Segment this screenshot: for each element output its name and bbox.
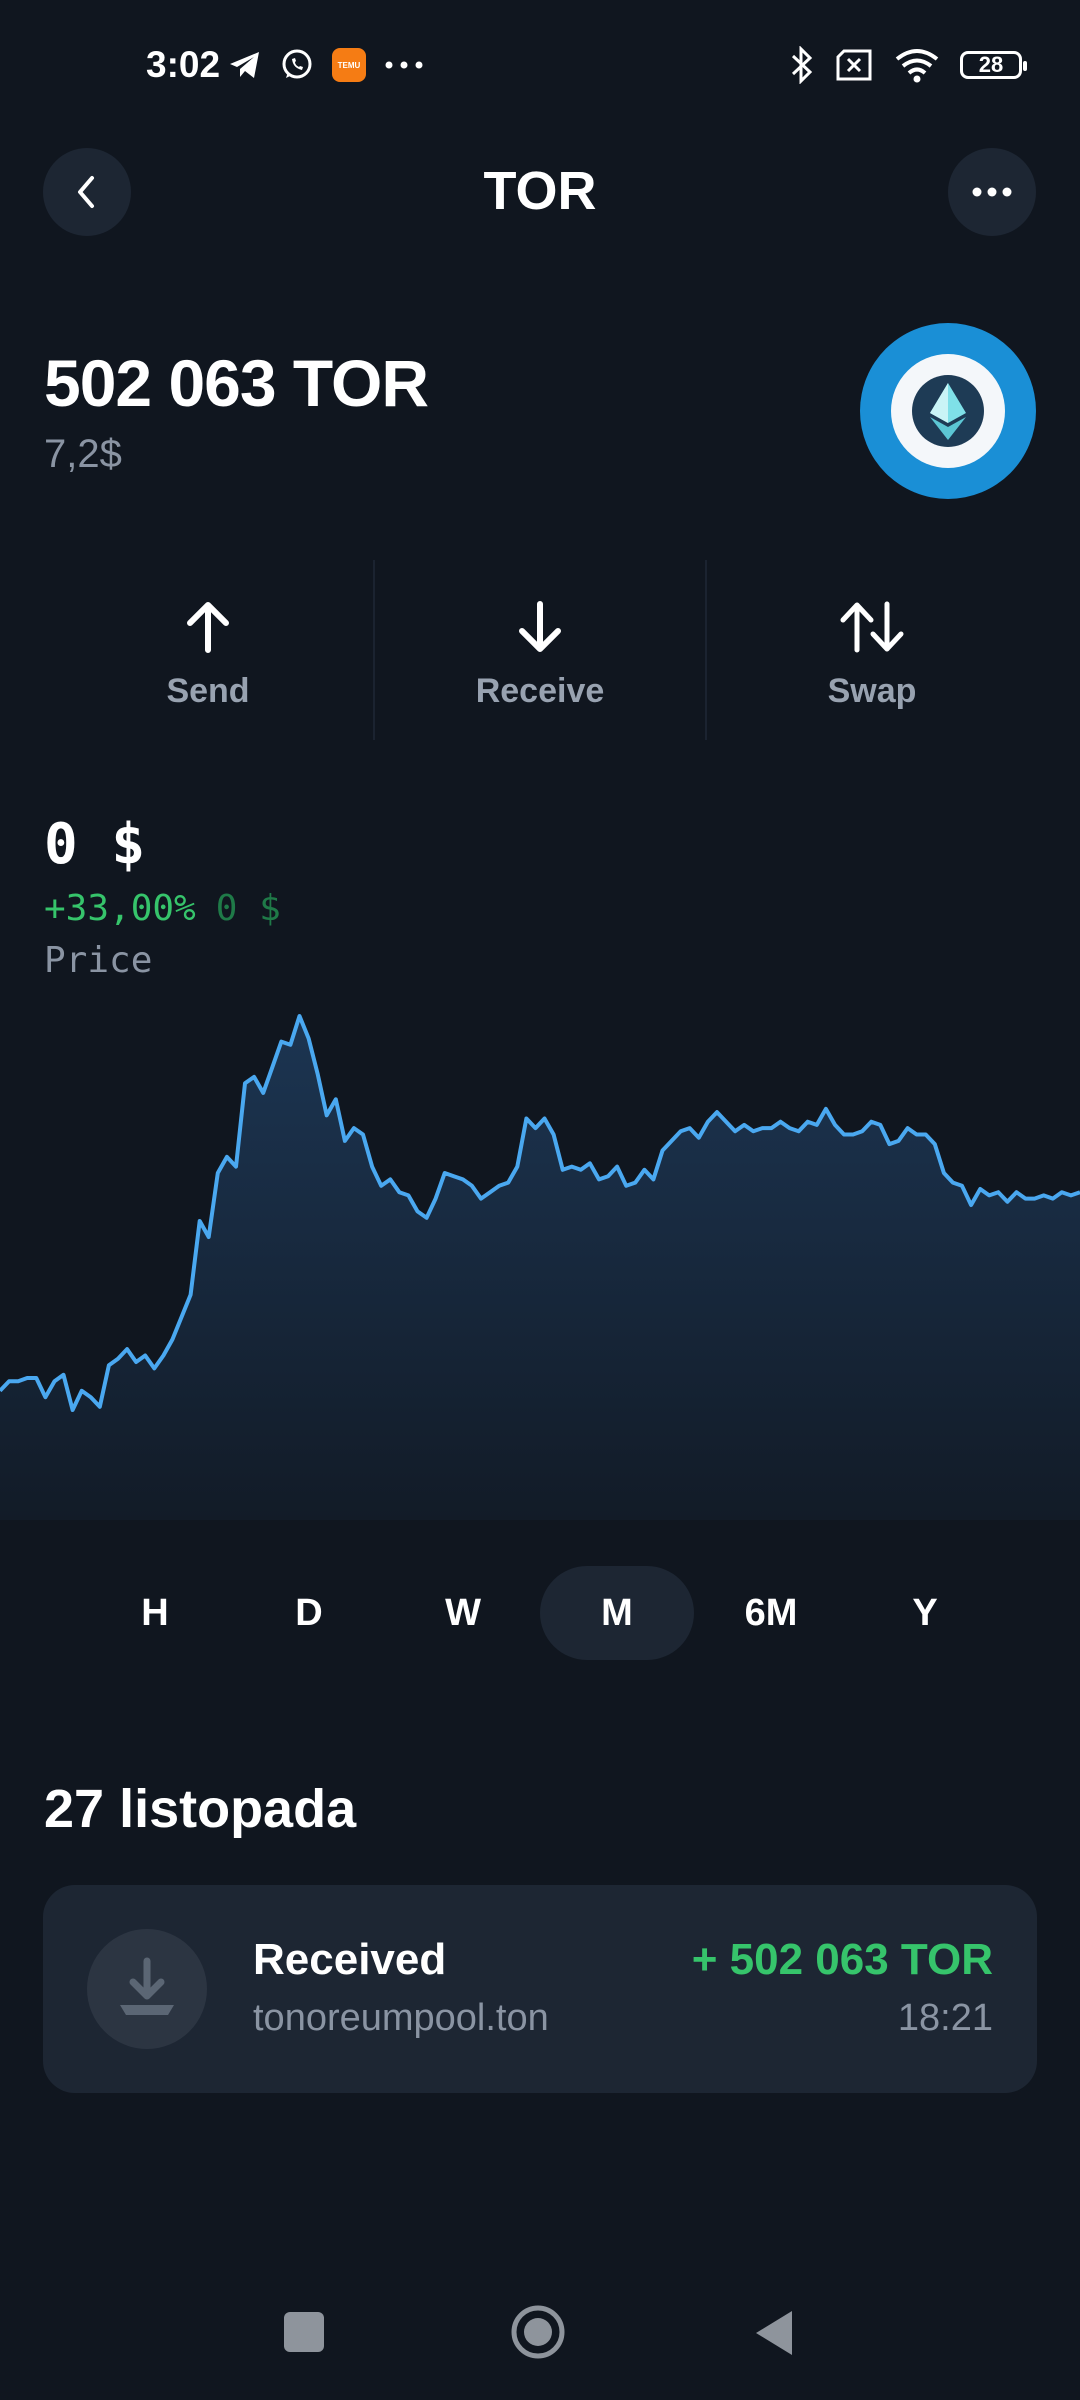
whatsapp-icon [282,49,312,79]
arrow-down-icon [519,601,561,652]
history-date-header: 27 listopada [44,1779,357,1839]
page-title: TOR [483,161,597,221]
transaction-time: 18:21 [897,1997,993,2039]
temu-icon-label: TEMU [337,60,361,70]
transaction-counterparty: tonoreumpool.ton [253,1997,549,2039]
receive-button[interactable]: Receive [373,560,705,740]
price-chart[interactable] [0,1000,1080,1520]
receive-label: Receive [475,672,605,710]
battery-icon: 28 [960,51,1027,79]
sim-off-icon [836,49,872,81]
telegram-icon [230,52,259,78]
price-label: Price [44,940,153,981]
period-tab-y[interactable]: Y [848,1566,1002,1660]
temu-icon: TEMU [332,48,366,82]
recents-button[interactable] [284,2312,324,2352]
more-button[interactable] [948,148,1036,236]
send-button[interactable]: Send [43,560,373,740]
chart-area-fill [0,1016,1080,1520]
screen: 3:02 TEMU 28 TOR 502 063 TOR 7,2$ Send R… [0,0,1080,2400]
period-tab-h[interactable]: H [78,1566,232,1660]
swap-button[interactable]: Swap [705,560,1037,740]
action-row: Send Receive Swap [0,560,1080,740]
price-change-amount: 0 $ [215,888,281,929]
price-value: 0 $ [44,812,146,877]
token-logo-inner [891,354,1005,468]
period-selector: H D W M 6M Y [78,1566,1002,1660]
arrow-up-icon [187,602,229,653]
transaction-title: Received [253,1935,447,1984]
ethereum-icon [912,375,984,447]
transaction-amount: + 502 063 TOR [691,1935,993,1984]
status-time: 3:02 [146,44,221,85]
battery-level: 28 [978,52,1004,77]
transaction-item[interactable]: Received tonoreumpool.ton + 502 063 TOR … [43,1885,1037,2093]
balance-fiat: 7,2$ [44,432,122,476]
period-tab-w[interactable]: W [386,1566,540,1660]
download-icon [120,1957,174,2015]
status-left-icons: TEMU [228,48,424,82]
bluetooth-icon [791,46,813,84]
period-tab-m[interactable]: M [540,1566,694,1660]
swap-label: Swap [827,672,917,710]
balance-amount: 502 063 TOR [44,346,429,420]
status-bar: 3:02 TEMU 28 [0,0,1080,140]
price-change-percent: +33,00% [44,888,196,929]
nav-back-button[interactable] [752,2308,796,2358]
more-dots-icon [385,61,423,69]
period-tab-6m[interactable]: 6M [694,1566,848,1660]
wifi-icon [895,49,939,83]
home-button[interactable] [510,2304,566,2360]
system-nav-bar [0,2290,1080,2380]
period-tab-d[interactable]: D [232,1566,386,1660]
send-label: Send [166,672,250,710]
transaction-icon [87,1929,207,2049]
status-right-icons: 28 [790,46,1027,84]
more-horizontal-icon [972,187,1012,197]
price-change-row: +33,00% 0 $ [44,888,281,929]
swap-icon [840,601,904,653]
token-logo [860,323,1036,499]
